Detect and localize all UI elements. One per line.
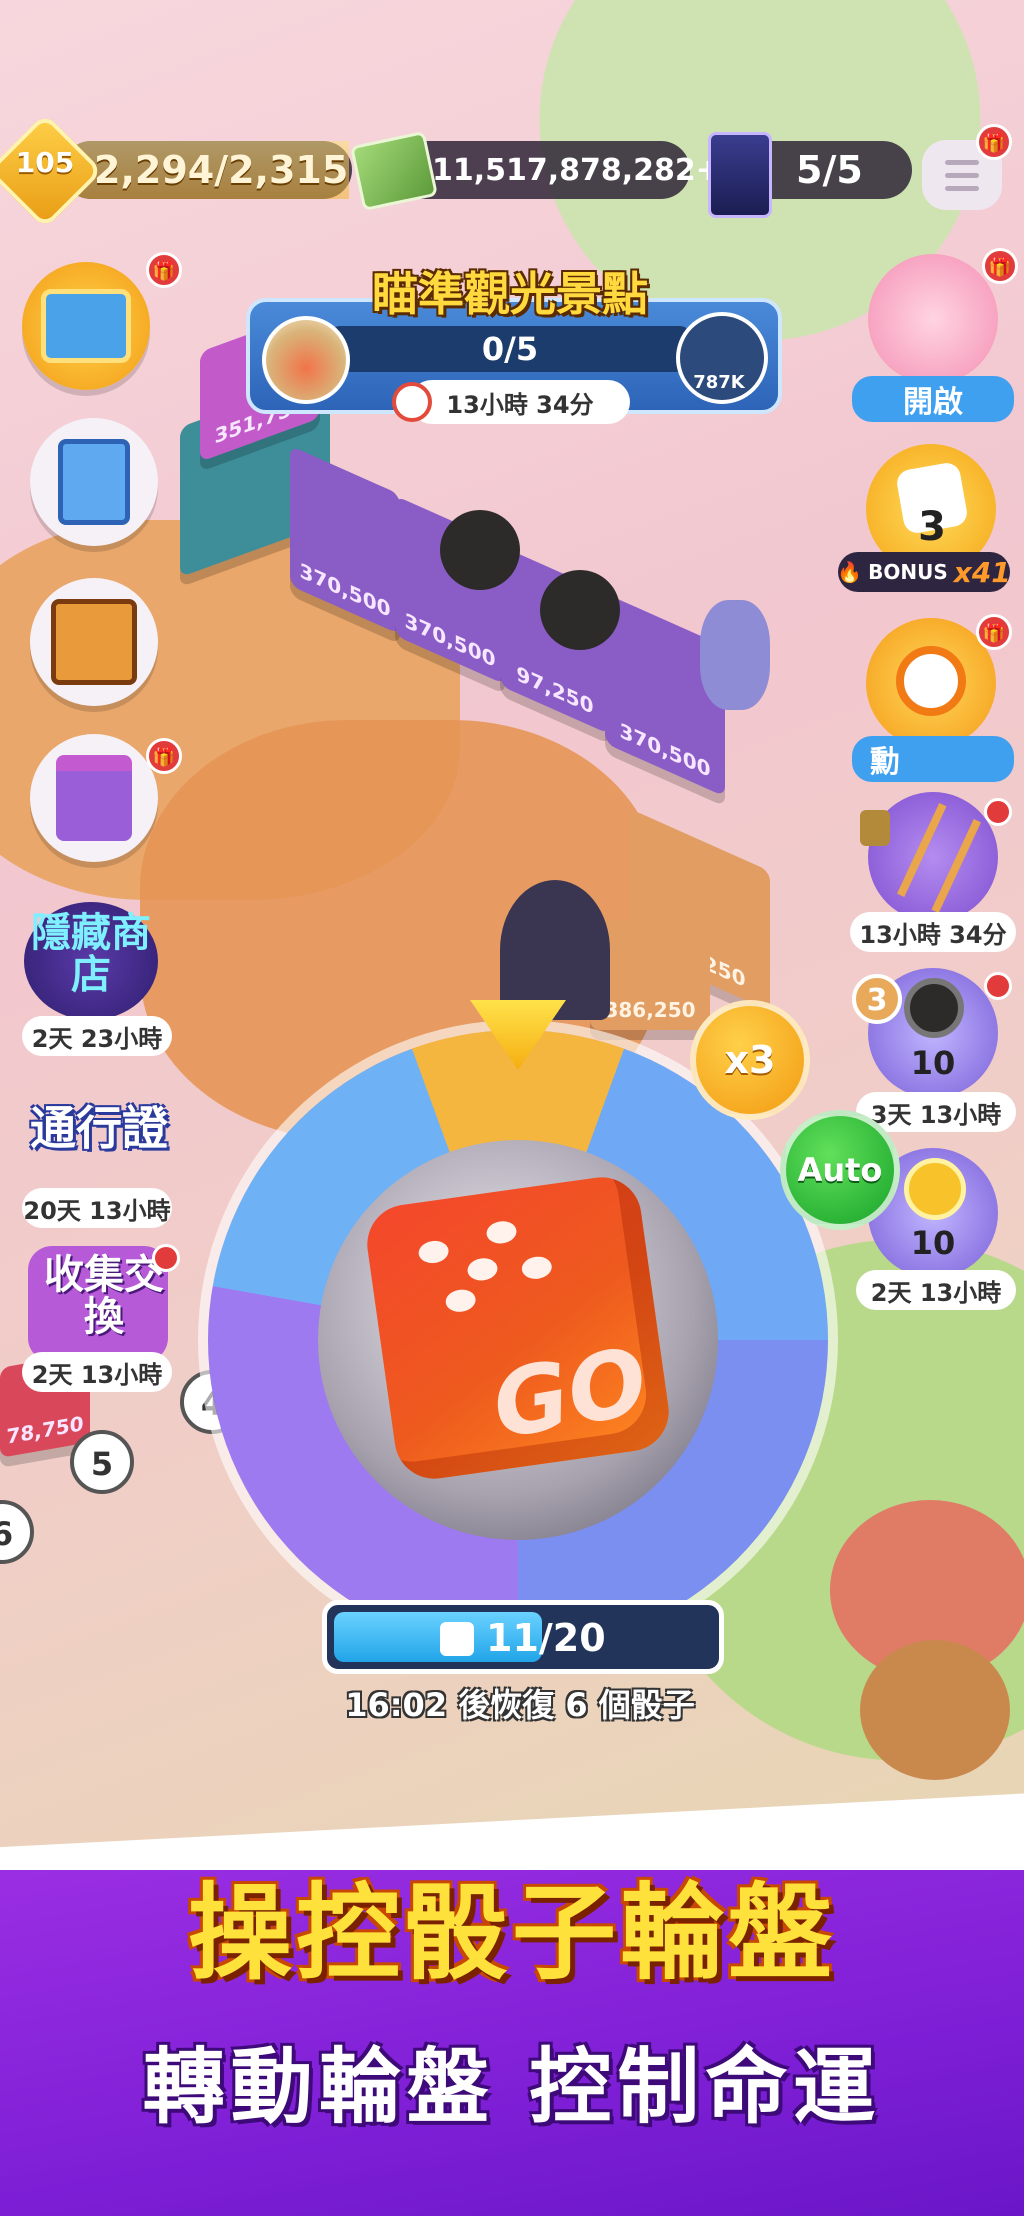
collect-exchange-timer: 2天 13小時 (22, 1352, 172, 1392)
dice-count-text: 11/20 (486, 1616, 606, 1660)
dice-icon (440, 1622, 474, 1656)
fire-icon: 🔥 (837, 560, 863, 584)
birthday-cake-event-button[interactable] (868, 254, 998, 384)
notification-dot (984, 972, 1012, 1000)
dice-pip (444, 1287, 478, 1314)
notification-dot (984, 798, 1012, 826)
treasure-chest-button[interactable] (22, 262, 150, 390)
dice-pip (485, 1219, 518, 1246)
bonus-dice-count: 3 (918, 504, 946, 550)
npc-character (700, 600, 770, 710)
tire-event-badge: 3 (852, 974, 902, 1024)
collect-exchange-label: 收集交換 (44, 1252, 164, 1340)
star-coin-icon (904, 1158, 966, 1220)
promo-headline: 操控骰子輪盤 (187, 1872, 836, 1994)
gift-icon: 🎁 (976, 614, 1012, 650)
bonus-multiplier-value: x41 (953, 555, 1011, 589)
hidden-shop-label: 隱藏商店 (31, 910, 151, 998)
shelf-icon (51, 599, 137, 685)
chest-icon (41, 289, 131, 363)
player-character (500, 880, 610, 1020)
card-count: 5/5 (796, 148, 863, 192)
bonus-multiplier: 🔥 BONUS x41 (837, 552, 1011, 592)
xp-bar: 2,294/2,315 (62, 141, 352, 199)
gift-icon: 🎁 (976, 124, 1012, 160)
alarm-clock-icon (896, 646, 966, 716)
pass-button[interactable]: 通行證 (14, 1104, 184, 1153)
xp-text: 2,294/2,315 (94, 148, 349, 192)
dice-pip (520, 1254, 554, 1281)
stamp-icon (58, 439, 130, 525)
pass-timer: 20天 13小時 (22, 1188, 172, 1228)
landmark-icon (262, 316, 350, 404)
star-event-timer: 2天 13小時 (856, 1270, 1016, 1310)
cash-amount: 11,517,878,282+ (432, 152, 721, 188)
bonus-label: BONUS (868, 560, 948, 584)
space-number: 6 (0, 1500, 34, 1564)
mission-title: 瞄準觀光景點 (372, 267, 648, 321)
promo-subline: 轉動輪盤 控制命運 (142, 2040, 882, 2135)
clock-icon (392, 382, 432, 422)
stamp-album-button[interactable] (30, 418, 158, 546)
hamburger-icon (945, 159, 979, 165)
alarm-event-label[interactable]: 勳 (852, 736, 1014, 782)
tire-obstacle (540, 570, 620, 650)
ladder-icon (897, 802, 981, 914)
hidden-shop-timer: 2天 23小時 (22, 1016, 172, 1056)
auto-roll-button[interactable]: Auto (780, 1110, 900, 1230)
dice-pip (466, 1256, 499, 1283)
mission-progress-text: 0/5 (481, 330, 539, 368)
basket (860, 1640, 1010, 1780)
dice-recovery-text: 16:02 後恢復 6 個骰子 (345, 1686, 695, 1724)
ladder-event-timer: 13小時 34分 (850, 912, 1016, 952)
star-event-count: 10 (910, 1224, 956, 1262)
gift-icon: 🎁 (146, 738, 182, 774)
multiplier-button[interactable]: x3 (690, 1000, 810, 1120)
space-number: 5 (70, 1430, 134, 1494)
dice-pip (417, 1239, 450, 1265)
mission-reward-amount: 787K (693, 372, 745, 393)
gift-icon: 🎁 (146, 252, 182, 288)
tire-icon (904, 978, 964, 1038)
lock-icon (860, 810, 890, 846)
gift-icon: 🎁 (982, 248, 1018, 284)
level-number: 105 (15, 146, 75, 179)
character-card-icon (708, 132, 772, 218)
shop-button[interactable] (30, 734, 158, 862)
mission-timer: 13小時 34分 (410, 380, 630, 424)
open-event-label[interactable]: 開啟 (852, 376, 1014, 422)
tire-event-count: 10 (910, 1044, 956, 1082)
store-icon (56, 755, 132, 841)
notification-dot (152, 1244, 180, 1272)
tire-obstacle (440, 510, 520, 590)
collection-shelf-button[interactable] (30, 578, 158, 706)
